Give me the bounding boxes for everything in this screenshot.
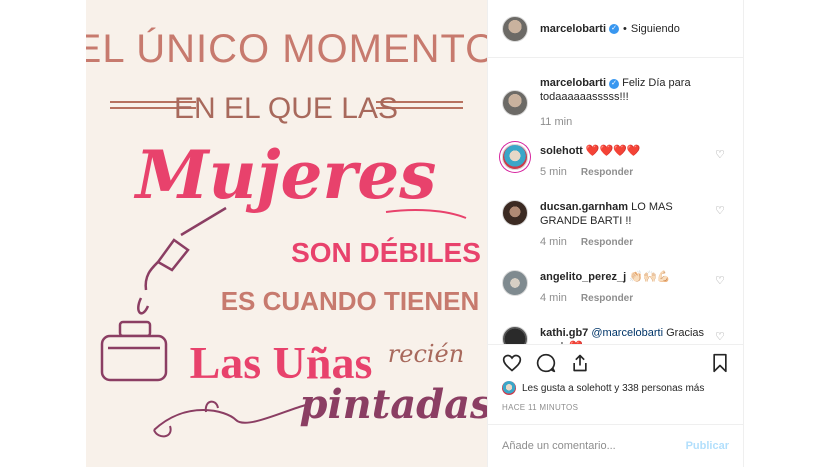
comment-text: ❤️❤️❤️❤️ [585,145,641,157]
comment-avatar[interactable] [502,144,528,170]
post-timestamp[interactable]: HACE 11 MINUTOS [502,403,729,412]
comments-list[interactable]: marcelobarti ✓ Feliz Día para todaaaaaass… [488,58,743,344]
reply-button[interactable]: Responder [581,167,633,178]
add-comment-bar: Añade un comentario... Publicar [488,424,743,467]
heart-icon[interactable] [502,353,522,373]
comment-heart-icon[interactable]: ♡ [715,332,725,343]
share-icon[interactable] [570,353,590,373]
likes-summary[interactable]: Les gusta a solehott y 338 personas más [502,381,729,395]
comment-heart-icon[interactable]: ♡ [715,206,725,217]
poster-line-3: Mujeres [134,136,437,214]
comment-time[interactable]: 4 min [540,236,567,248]
comment-username[interactable]: ducsan.garnham [540,201,628,213]
comment-mention[interactable]: @marcelobarti [591,327,663,339]
caption-avatar[interactable] [502,90,528,116]
publish-button[interactable]: Publicar [686,440,729,452]
comment-time[interactable]: 5 min [540,166,567,178]
caption-username[interactable]: marcelobarti [540,77,606,89]
likes-text[interactable]: Les gusta a solehott y 338 personas más [522,383,704,394]
reply-button[interactable]: Responder [581,237,633,248]
post-actions: Les gusta a solehott y 338 personas más … [488,344,743,434]
poster-line-7: recién [388,340,464,368]
comment-heart-icon[interactable]: ♡ [715,276,725,287]
comment-avatar[interactable] [502,270,528,296]
poster-line-4: SON DÉBILES [291,237,481,268]
comment-item: angelito_perez_j 👏🏻🙌🏻💪🏻 4 min Responder ♡ [502,270,729,304]
poster-line-2: EN EL QUE LAS [174,92,398,125]
separator-dot: • [623,22,627,35]
comment-item: ducsan.garnham LO MAS GRANDE BARTI !! 4 … [502,200,729,248]
caption: marcelobarti ✓ Feliz Día para todaaaaaass… [502,76,729,128]
comment-heart-icon[interactable]: ♡ [715,150,725,161]
author-avatar[interactable] [502,15,528,42]
comment-username[interactable]: kathi.gb7 [540,327,588,339]
poster-line-8: pintadas [299,381,487,428]
follow-button[interactable]: Siguiendo [631,23,680,35]
action-bar [502,345,729,381]
comment-avatar[interactable] [502,200,528,226]
comment-avatar[interactable] [502,326,528,344]
caption-time[interactable]: 11 min [540,116,572,128]
reply-button[interactable]: Responder [581,293,633,304]
comment-item: kathi.gb7 @marcelobarti Gracias crack ❤️… [502,326,729,344]
comment-username[interactable]: angelito_perez_j [540,271,626,283]
bookmark-icon[interactable] [711,353,729,373]
comment-time[interactable]: 4 min [540,292,567,304]
verified-icon: ✓ [609,23,620,34]
comment-icon[interactable] [536,353,556,373]
poster-line-5: ES CUANDO TIENEN [221,286,480,316]
poster-artwork: EL ÚNICO MOMENTO EN EL QUE LAS Mujeres S… [86,0,487,467]
poster-line-1: EL ÚNICO MOMENTO [86,26,487,71]
post-side-panel: marcelobarti ✓ • Siguiendo marcelobarti ✓… [487,0,744,467]
comment-item: solehott ❤️❤️❤️❤️ 5 min Responder ♡ [502,144,729,178]
verified-icon: ✓ [609,79,620,89]
liker-avatar [502,381,516,395]
post-header: marcelobarti ✓ • Siguiendo [488,0,743,58]
author-username[interactable]: marcelobarti [540,23,606,35]
post-image[interactable]: EL ÚNICO MOMENTO EN EL QUE LAS Mujeres S… [86,0,487,467]
comment-text: 👏🏻🙌🏻💪🏻 [629,271,671,283]
comment-input[interactable]: Añade un comentario... [502,440,686,452]
comment-username[interactable]: solehott [540,145,583,157]
